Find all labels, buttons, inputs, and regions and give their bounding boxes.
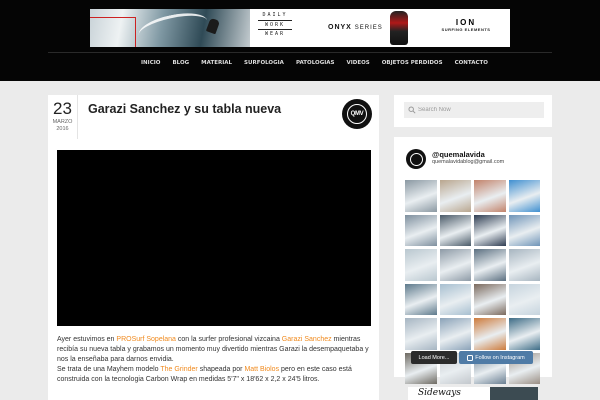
instagram-handle[interactable]: @quemalavida — [432, 150, 485, 159]
search-widget — [394, 95, 552, 127]
nav-item-inicio[interactable]: Inicio — [135, 58, 166, 68]
onyx-series-word: SERIES — [354, 25, 383, 31]
nav-item-objetos-perdidos[interactable]: Objetos Perdidos — [376, 58, 449, 68]
post-title[interactable]: Garazi Sanchez y su tabla nueva — [88, 102, 281, 116]
instagram-photo-tile[interactable] — [508, 249, 540, 281]
dww-word: WEAR — [264, 31, 286, 38]
instagram-photo-tile[interactable] — [508, 214, 540, 246]
post-card: 23 Marzo 2016 Garazi Sanchez y su tabla … — [48, 95, 379, 400]
instagram-photo-tile[interactable] — [439, 214, 471, 246]
nav-item-contacto[interactable]: Contacto — [449, 58, 494, 68]
link-the-grinder[interactable]: The Grinder — [160, 366, 197, 373]
dww-word: DAILY — [258, 11, 292, 21]
post-date: 23 Marzo 2016 — [48, 95, 78, 139]
nav-item-patologias[interactable]: Patologias — [290, 58, 341, 68]
nav-divider — [48, 52, 552, 53]
post-date-day: 23 — [53, 99, 72, 118]
instagram-photo-tile[interactable] — [405, 180, 437, 212]
instagram-avatar[interactable] — [406, 149, 426, 169]
instagram-photo-tile[interactable] — [474, 180, 506, 212]
link-matt-biolos[interactable]: Matt Biolos — [244, 366, 279, 373]
search-input[interactable] — [404, 102, 544, 118]
instagram-photo-tile[interactable] — [439, 180, 471, 212]
author-logo[interactable]: QMV — [342, 99, 372, 129]
video-player[interactable] — [57, 150, 371, 326]
follow-label: Follow on Instagram — [475, 354, 525, 361]
banner-wetsuit-image — [390, 11, 408, 45]
avatar-ring — [409, 152, 423, 166]
instagram-photo-tile[interactable] — [508, 318, 540, 350]
post-date-month: Marzo — [52, 119, 73, 125]
instagram-widget: @quemalavida quemalavidablog@gmail.com L… — [394, 137, 552, 384]
ad-script-logo: Sideways — [418, 388, 461, 398]
site-header: DAILY WORK WEAR ONYX SERIES ION SURFING … — [0, 0, 600, 81]
instagram-icon — [467, 354, 474, 361]
instagram-photo-tile[interactable] — [474, 283, 506, 315]
instagram-photo-grid — [405, 180, 541, 384]
dww-word: WORK — [258, 21, 292, 31]
onyx-brand: ONYX — [328, 24, 352, 31]
banner-red-frame — [90, 17, 136, 47]
nav-item-videos[interactable]: Videos — [340, 58, 375, 68]
post-paragraph: Ayer estuvimos en PROSurf Sopelana con l… — [57, 335, 371, 365]
instagram-photo-tile[interactable] — [405, 249, 437, 281]
instagram-photo-tile[interactable] — [474, 318, 506, 350]
instagram-photo-tile[interactable] — [508, 180, 540, 212]
post-body: Ayer estuvimos en PROSurf Sopelana con l… — [57, 335, 371, 385]
banner-onyx-series: ONYX SERIES — [328, 24, 383, 31]
nav-item-surfologia[interactable]: Surfologia — [238, 58, 290, 68]
instagram-photo-tile[interactable] — [439, 283, 471, 315]
ad-dark-panel — [490, 387, 538, 400]
main-nav: Inicio Blog Material Surfologia Patologi… — [135, 58, 494, 68]
ion-mark: ION — [455, 18, 477, 27]
follow-instagram-button[interactable]: Follow on Instagram — [459, 351, 533, 364]
nav-item-blog[interactable]: Blog — [166, 58, 195, 68]
banner-daily-work-wear: DAILY WORK WEAR — [258, 11, 292, 39]
instagram-photo-tile[interactable] — [405, 283, 437, 315]
body-text: shapeada por — [197, 366, 245, 373]
sidebar-ad-banner[interactable]: Sideways — [408, 387, 538, 400]
instagram-photo-tile[interactable] — [508, 283, 540, 315]
instagram-photo-tile[interactable] — [439, 249, 471, 281]
logo-text: QMV — [350, 111, 364, 117]
load-more-button[interactable]: Load More... — [411, 351, 457, 364]
body-text: Se trata de una Mayhem modelo — [57, 366, 161, 373]
post-paragraph: Se trata de una Mayhem modelo The Grinde… — [57, 365, 371, 385]
logo-ring: QMV — [347, 104, 367, 124]
post-date-year: 2016 — [56, 126, 69, 132]
instagram-email: quemalavidablog@gmail.com — [432, 159, 505, 165]
instagram-photo-tile[interactable] — [439, 318, 471, 350]
link-prosurf-sopelana[interactable]: PROSurf Sopelana — [116, 336, 176, 343]
body-text: con la surfer profesional vizcaina — [175, 336, 282, 343]
instagram-photo-tile[interactable] — [474, 249, 506, 281]
link-garazi-sanchez[interactable]: Garazi Sanchez — [282, 336, 332, 343]
search-icon — [408, 106, 416, 114]
instagram-photo-tile[interactable] — [405, 214, 437, 246]
instagram-photo-tile[interactable] — [474, 214, 506, 246]
nav-item-material[interactable]: Material — [195, 58, 238, 68]
banner-ion-logo: ION SURFING ELEMENTS — [438, 18, 494, 32]
instagram-photo-tile[interactable] — [405, 318, 437, 350]
body-text: Ayer estuvimos en — [57, 336, 117, 343]
ion-tagline: SURFING ELEMENTS — [441, 27, 491, 32]
header-banner-ad[interactable]: DAILY WORK WEAR ONYX SERIES ION SURFING … — [90, 9, 510, 47]
